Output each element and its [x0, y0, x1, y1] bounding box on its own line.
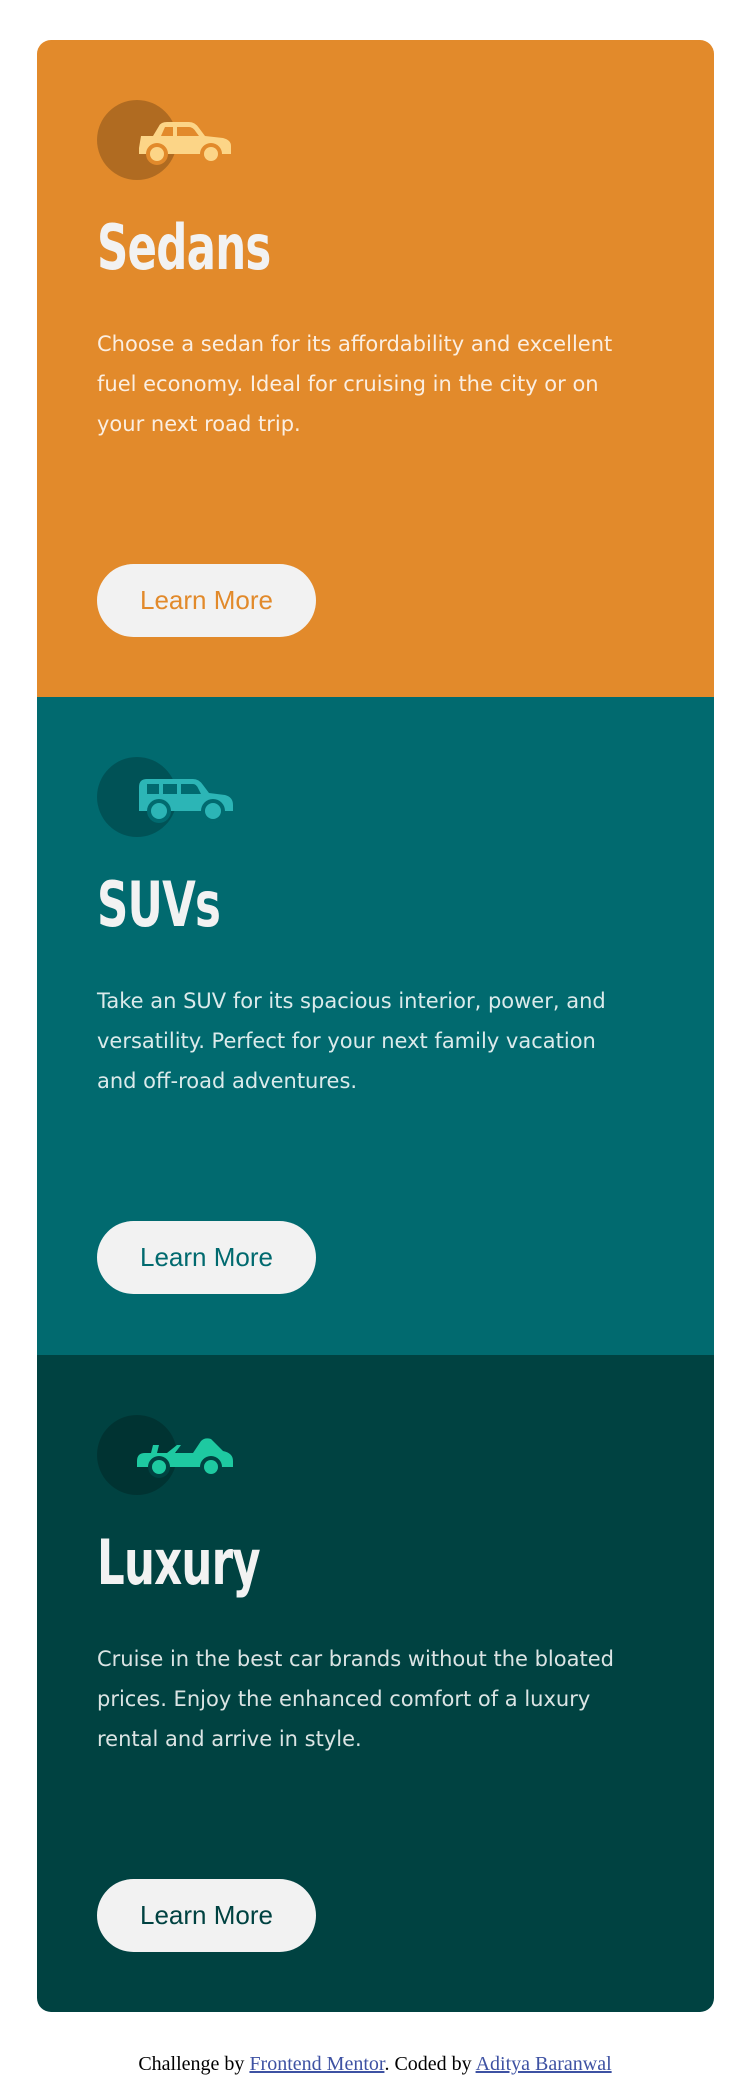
card-title: Sedans — [97, 211, 271, 284]
card-title: Luxury — [97, 1526, 261, 1599]
author-link[interactable]: Aditya Baranwal — [476, 2053, 612, 2075]
card-container: Sedans Choose a sedan for its affordabil… — [37, 40, 714, 2012]
attribution-prefix: Challenge by — [138, 2053, 245, 2075]
learn-more-button[interactable]: Learn More — [97, 1221, 316, 1294]
luxury-convertible-icon — [97, 1415, 237, 1495]
attribution-middle: . Coded by — [384, 2053, 472, 2075]
sedan-car-icon — [97, 100, 237, 180]
learn-more-button[interactable]: Learn More — [97, 1879, 316, 1952]
card-title: SUVs — [97, 868, 221, 941]
frontend-mentor-link[interactable]: Frontend Mentor — [249, 2053, 384, 2075]
attribution: Challenge by Frontend Mentor. Coded by A… — [0, 2050, 750, 2078]
card-description: Choose a sedan for its affordability and… — [97, 332, 613, 436]
card-description: Cruise in the best car brands without th… — [97, 1647, 614, 1751]
card-sedans: Sedans Choose a sedan for its affordabil… — [37, 40, 714, 697]
card-luxury: Luxury Cruise in the best car brands wit… — [37, 1355, 714, 2012]
card-suvs: SUVs Take an SUV for its spacious interi… — [37, 697, 714, 1355]
card-description: Take an SUV for its spacious interior, p… — [97, 989, 606, 1093]
learn-more-button[interactable]: Learn More — [97, 564, 316, 637]
suv-car-icon — [97, 757, 237, 837]
